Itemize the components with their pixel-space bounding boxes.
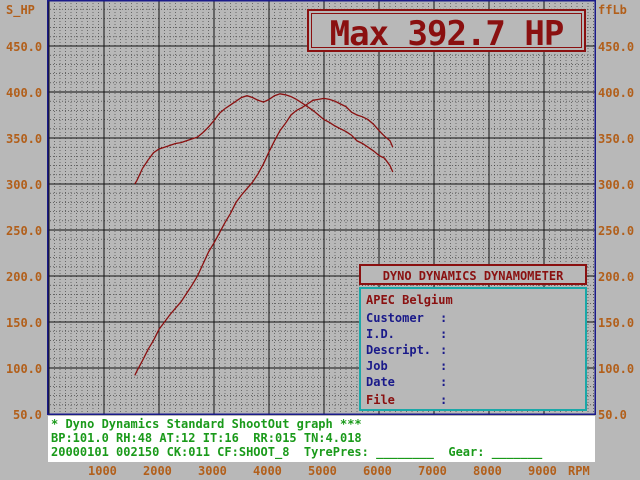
right-tick: 450.0 — [598, 40, 635, 54]
x-tick: 5000 — [308, 464, 337, 478]
footer-conditions: BP:101.0 RH:48 AT:12 IT:16 RR:015 TN:4.0… — [51, 431, 362, 445]
x-tick: 3000 — [198, 464, 227, 478]
x-tick: 7000 — [418, 464, 447, 478]
job-colon: : — [440, 359, 448, 373]
date-label: Date — [366, 375, 395, 389]
right-tick: 150.0 — [598, 316, 635, 330]
file-label: File — [366, 393, 395, 407]
right-tick: 100.0 — [598, 362, 635, 376]
right-tick: 50.0 — [598, 408, 627, 422]
description-colon: : — [440, 343, 448, 357]
max-power-readout: Max 392.7 HP — [307, 9, 586, 52]
x-tick: 6000 — [363, 464, 392, 478]
id-colon: : — [440, 327, 448, 341]
left-tick: 450.0 — [6, 40, 43, 54]
company-name: APEC Belgium — [366, 293, 453, 307]
id-label: I.D. — [366, 327, 395, 341]
x-tick: 4000 — [253, 464, 282, 478]
right-tick: 350.0 — [598, 132, 635, 146]
left-tick: 100.0 — [6, 362, 43, 376]
x-tick: 9000 — [528, 464, 557, 478]
left-tick: 200.0 — [6, 270, 43, 284]
file-colon: : — [440, 393, 448, 407]
x-tick: 2000 — [143, 464, 172, 478]
info-panel: APEC Belgium Customer : I.D. : Descript.… — [359, 287, 587, 411]
customer-colon: : — [440, 311, 448, 325]
right-tick: 200.0 — [598, 270, 635, 284]
description-label: Descript. — [366, 343, 432, 357]
footer-title: * Dyno Dynamics Standard ShootOut graph … — [51, 417, 362, 431]
right-tick: 250.0 — [598, 224, 635, 238]
dyno-title: DYNO DYNAMICS DYNAMOMETER — [382, 269, 564, 283]
customer-label: Customer — [366, 311, 424, 325]
footer-run-details: 20000101 002150 CK:011 CF:SHOOT_8 TyrePr… — [51, 445, 543, 459]
left-axis-unit: S_HP — [6, 3, 35, 17]
x-axis-unit: RPM — [568, 464, 590, 478]
left-tick: 400.0 — [6, 86, 43, 100]
left-tick: 300.0 — [6, 178, 43, 192]
dyno-graph-screen: S_HP ffLb 450.0 400.0 350.0 300.0 250.0 … — [0, 0, 640, 480]
left-tick: 150.0 — [6, 316, 43, 330]
left-tick: 350.0 — [6, 132, 43, 146]
job-label: Job — [366, 359, 388, 373]
max-power-text: Max 392.7 HP — [329, 14, 565, 54]
left-tick: 250.0 — [6, 224, 43, 238]
x-tick: 1000 — [88, 464, 117, 478]
footer-panel: * Dyno Dynamics Standard ShootOut graph … — [48, 416, 595, 462]
dyno-title-box: DYNO DYNAMICS DYNAMOMETER — [359, 264, 587, 285]
left-tick: 50.0 — [13, 408, 42, 422]
right-axis-unit: ffLb — [598, 3, 627, 17]
date-colon: : — [440, 375, 448, 389]
x-tick: 8000 — [473, 464, 502, 478]
right-tick: 400.0 — [598, 86, 635, 100]
right-tick: 300.0 — [598, 178, 635, 192]
